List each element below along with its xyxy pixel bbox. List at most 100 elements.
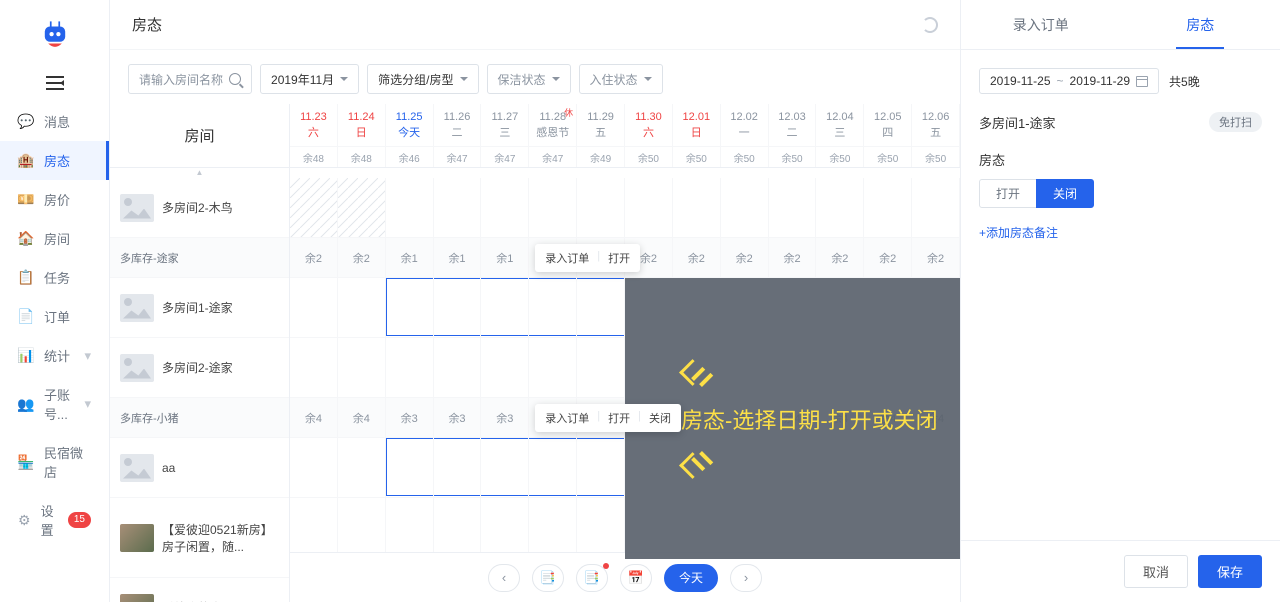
nav-民宿微店[interactable]: 🏪民宿微店 — [0, 433, 109, 491]
calendar-cell[interactable]: 余2 — [290, 238, 338, 277]
date-header[interactable]: 11.26二余47 — [434, 104, 482, 167]
room-row[interactable]: 【爱彼迎0521新房】房子闲置，随... — [110, 498, 289, 578]
panel-tab[interactable]: 房态 — [1121, 0, 1280, 49]
calendar-cell[interactable]: 余2 — [816, 238, 864, 277]
room-row[interactable]: 多房间2-木鸟 — [110, 178, 289, 238]
calendar-cell[interactable] — [769, 178, 817, 237]
calendar-cell[interactable] — [481, 338, 529, 397]
calendar-cell[interactable]: 余3 — [434, 398, 482, 437]
checkin-select[interactable]: 入住状态 — [579, 64, 663, 94]
nav-房态[interactable]: 🏨房态 — [0, 141, 109, 180]
cancel-button[interactable]: 取消 — [1124, 555, 1188, 588]
tip-action[interactable]: 录入订单 — [545, 410, 589, 426]
calendar-cell[interactable]: 余2 — [338, 238, 386, 277]
calendar-cell[interactable] — [386, 338, 434, 397]
scroll-up-icon[interactable]: ▲ — [110, 168, 289, 178]
calendar-cell[interactable] — [434, 338, 482, 397]
calendar-cell[interactable] — [912, 178, 960, 237]
status-open[interactable]: 打开 — [979, 179, 1037, 208]
calendar-cell[interactable]: 余2 — [721, 238, 769, 277]
calendar-cell[interactable]: 余1 — [386, 238, 434, 277]
panel-tab[interactable]: 录入订单 — [961, 0, 1121, 49]
calendar-cell[interactable]: 余2 — [769, 238, 817, 277]
date-header[interactable]: 12.05四余50 — [864, 104, 912, 167]
room-row[interactable]: 爱彼迎的房子 — [110, 578, 289, 602]
calendar-cell[interactable]: 余3 — [481, 398, 529, 437]
save-button[interactable]: 保存 — [1198, 555, 1262, 588]
calendar-cell[interactable] — [529, 338, 577, 397]
calendar-cell[interactable] — [290, 178, 338, 237]
today-button[interactable]: 今天 — [664, 564, 718, 592]
calendar-cell[interactable] — [386, 438, 434, 497]
calendar-cell[interactable] — [338, 338, 386, 397]
calendar-cell[interactable]: 余3 — [386, 398, 434, 437]
nav-子账号...[interactable]: 👥子账号...▾ — [0, 375, 109, 433]
date-header[interactable]: 11.27三余47 — [481, 104, 529, 167]
calendar-cell[interactable] — [816, 178, 864, 237]
calendar-cell[interactable] — [721, 178, 769, 237]
group-select[interactable]: 筛选分组/房型 — [367, 64, 478, 94]
calendar-cell[interactable]: 余4 — [338, 398, 386, 437]
calendar-cell[interactable] — [434, 178, 482, 237]
calendar-cell[interactable] — [577, 438, 625, 497]
calendar-cell[interactable] — [290, 338, 338, 397]
nav-房价[interactable]: 💴房价 — [0, 180, 109, 219]
nav-消息[interactable]: 💬消息 — [0, 102, 109, 141]
calendar-cell[interactable] — [386, 278, 434, 337]
calendar-cell[interactable] — [864, 178, 912, 237]
month-select[interactable]: 2019年11月 — [260, 64, 359, 94]
date-header[interactable]: 12.04三余50 — [816, 104, 864, 167]
footer-action-1[interactable]: 📑 — [532, 564, 564, 592]
room-row[interactable]: 多房间2-途家 — [110, 338, 289, 398]
calendar-cell[interactable] — [481, 278, 529, 337]
next-button[interactable]: › — [730, 564, 762, 592]
collapse-icon[interactable] — [0, 76, 109, 90]
status-close[interactable]: 关闭 — [1036, 179, 1094, 208]
room-row[interactable]: 多房间1-途家 — [110, 278, 289, 338]
date-header[interactable]: 12.03二余50 — [769, 104, 817, 167]
date-range-input[interactable]: 2019-11-25~2019-11-29 — [979, 68, 1159, 94]
calendar-cell[interactable] — [434, 438, 482, 497]
tip-action[interactable]: 关闭 — [649, 410, 671, 426]
nav-统计[interactable]: 📊统计▾ — [0, 336, 109, 375]
calendar-cell[interactable] — [577, 178, 625, 237]
calendar-cell[interactable] — [481, 178, 529, 237]
refresh-icon[interactable] — [922, 17, 938, 33]
calendar-cell[interactable]: 余1 — [434, 238, 482, 277]
calendar-cell[interactable] — [338, 438, 386, 497]
nav-任务[interactable]: 📋任务 — [0, 258, 109, 297]
calendar-cell[interactable]: 余4 — [290, 398, 338, 437]
date-header[interactable]: 11.25今天余46 — [386, 104, 434, 167]
no-clean-chip[interactable]: 免打扫 — [1209, 112, 1262, 132]
calendar-cell[interactable] — [386, 178, 434, 237]
date-header[interactable]: 11.24日余48 — [338, 104, 386, 167]
calendar-cell[interactable] — [338, 278, 386, 337]
calendar-cell[interactable] — [338, 178, 386, 237]
add-note-link[interactable]: +添加房态备注 — [979, 224, 1262, 241]
room-search-input[interactable]: 请输入房间名称 — [128, 64, 252, 94]
nav-订单[interactable]: 📄订单 — [0, 297, 109, 336]
calendar-cell[interactable] — [673, 178, 721, 237]
calendar-cell[interactable] — [481, 438, 529, 497]
calendar-cell[interactable]: 余2 — [864, 238, 912, 277]
calendar-cell[interactable] — [290, 438, 338, 497]
prev-button[interactable]: ‹ — [488, 564, 520, 592]
date-header[interactable]: 12.02一余50 — [721, 104, 769, 167]
calendar-cell[interactable] — [625, 178, 673, 237]
nav-设置[interactable]: ⚙设置15 — [0, 491, 109, 549]
nav-房间[interactable]: 🏠房间 — [0, 219, 109, 258]
date-header[interactable]: 12.01日余50 — [673, 104, 721, 167]
calendar-cell[interactable] — [577, 338, 625, 397]
room-row[interactable]: aa — [110, 438, 289, 498]
group-row[interactable]: 多库存-途家 — [110, 238, 289, 278]
calendar-cell[interactable]: 余2 — [912, 238, 960, 277]
clean-select[interactable]: 保洁状态 — [487, 64, 571, 94]
calendar-cell[interactable] — [577, 278, 625, 337]
date-header[interactable]: 12.06五余50 — [912, 104, 960, 167]
calendar-cell[interactable] — [529, 178, 577, 237]
tip-action[interactable]: 打开 — [608, 250, 630, 266]
tip-action[interactable]: 打开 — [608, 410, 630, 426]
date-header[interactable]: 11.30六余50 — [625, 104, 673, 167]
calendar-cell[interactable]: 余2 — [673, 238, 721, 277]
calendar-cell[interactable] — [290, 278, 338, 337]
